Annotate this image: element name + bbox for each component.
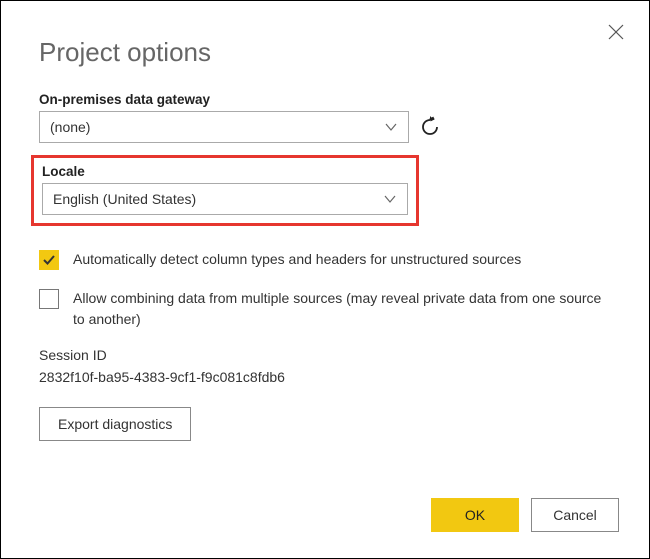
dialog-content: On-premises data gateway (none) Locale E…	[1, 92, 649, 441]
locale-select[interactable]: English (United States)	[42, 183, 408, 215]
chevron-down-icon	[383, 192, 397, 206]
dialog-project-options: Project options On-premises data gateway…	[0, 0, 650, 559]
gateway-label: On-premises data gateway	[39, 92, 611, 107]
detect-types-checkbox[interactable]	[39, 250, 59, 270]
detect-types-label: Automatically detect column types and he…	[73, 248, 521, 271]
locale-highlight: Locale English (United States)	[31, 155, 419, 226]
close-icon[interactable]	[607, 23, 625, 41]
session-id-label: Session ID	[39, 347, 611, 363]
export-diagnostics-button[interactable]: Export diagnostics	[39, 407, 191, 441]
cancel-button[interactable]: Cancel	[531, 498, 619, 532]
gateway-value: (none)	[50, 119, 90, 135]
combine-sources-checkbox[interactable]	[39, 289, 59, 309]
refresh-icon[interactable]	[419, 116, 441, 138]
ok-button[interactable]: OK	[431, 498, 519, 532]
chevron-down-icon	[384, 120, 398, 134]
combine-sources-label: Allow combining data from multiple sourc…	[73, 287, 611, 331]
gateway-select[interactable]: (none)	[39, 111, 409, 143]
dialog-footer: OK Cancel	[431, 498, 619, 532]
dialog-title: Project options	[39, 37, 649, 68]
session-id-value: 2832f10f-ba95-4383-9cf1-f9c081c8fdb6	[39, 369, 611, 385]
locale-label: Locale	[42, 164, 408, 179]
locale-value: English (United States)	[53, 191, 196, 207]
